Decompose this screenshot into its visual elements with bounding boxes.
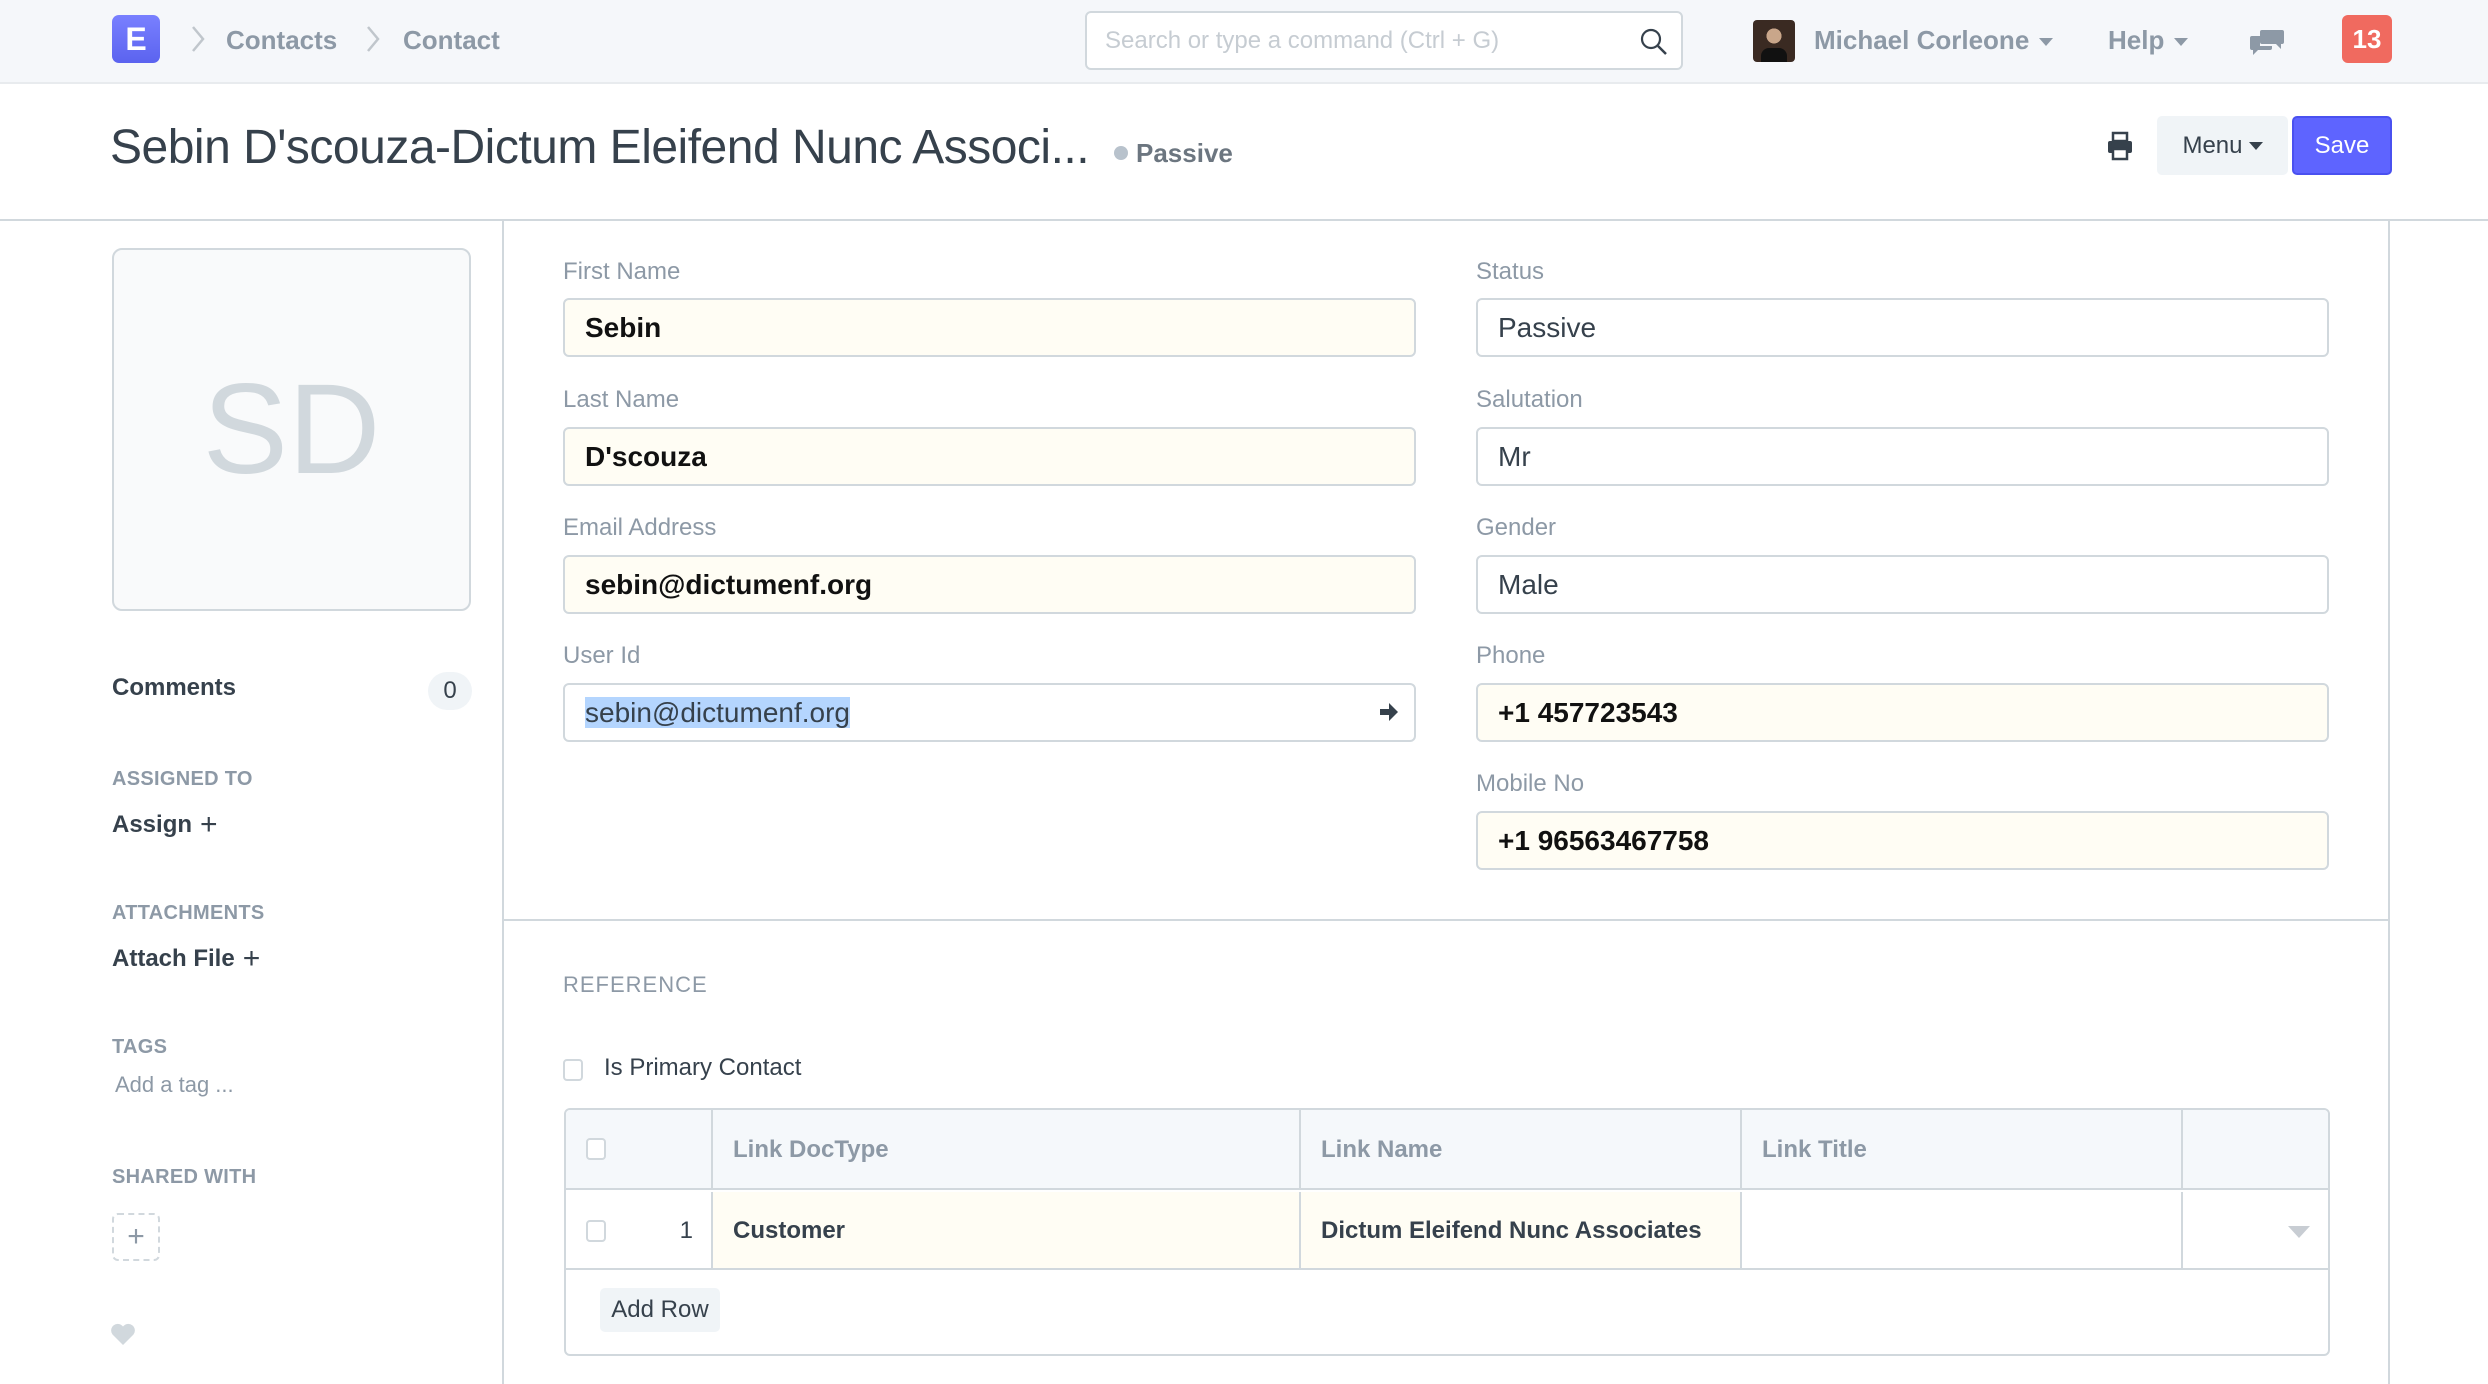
gender-label: Gender — [1476, 514, 1557, 541]
breadcrumb-contacts[interactable]: Contacts — [226, 24, 337, 56]
phone-label: Phone — [1476, 642, 1546, 669]
email-label: Email Address — [563, 514, 717, 541]
caret-down-icon — [2174, 38, 2189, 47]
notification-badge[interactable]: 13 — [2342, 15, 2392, 63]
row-select-cell: 1 — [566, 1192, 713, 1268]
phone-field[interactable]: +1 457723543 — [1476, 683, 2329, 742]
col-actions — [2183, 1110, 2328, 1188]
navbar: E Contacts Contact Michael Corleone Help… — [0, 0, 2488, 84]
user-id-field[interactable]: sebin@dictumenf.org — [563, 683, 1416, 742]
attach-file-button[interactable]: Attach File + — [112, 942, 260, 976]
assign-button[interactable]: Assign + — [112, 808, 218, 842]
last-name-label: Last Name — [563, 386, 680, 413]
help-label: Help — [2108, 25, 2165, 55]
menu-label: Menu — [2182, 131, 2243, 159]
gender-field[interactable]: Male — [1476, 555, 2329, 614]
first-name-label: First Name — [563, 258, 681, 285]
reference-heading: REFERENCE — [563, 972, 708, 997]
avatar-initials: SD — [202, 358, 381, 501]
cell-link-name[interactable]: Dictum Eleifend Nunc Associates — [1301, 1192, 1742, 1268]
first-name-field[interactable]: Sebin — [563, 298, 1416, 357]
email-field[interactable]: sebin@dictumenf.org — [563, 555, 1416, 614]
table-header: Link DocType Link Name Link Title — [566, 1110, 2328, 1190]
app-logo[interactable]: E — [112, 15, 160, 63]
user-menu[interactable]: Michael Corleone — [1814, 22, 2054, 58]
links-table: Link DocType Link Name Link Title 1 Cust… — [564, 1108, 2330, 1356]
mobile-field[interactable]: +1 96563467758 — [1476, 811, 2329, 870]
user-id-label: User Id — [563, 642, 641, 669]
menu-button[interactable]: Menu — [2157, 116, 2288, 175]
help-menu[interactable]: Help — [2108, 22, 2189, 58]
breadcrumb-contact[interactable]: Contact — [403, 24, 500, 56]
attachments-heading: ATTACHMENTS — [112, 902, 265, 924]
page-header: Sebin D'scouza-Dictum Eleifend Nunc Asso… — [0, 84, 2488, 221]
comments-label[interactable]: Comments — [112, 674, 236, 702]
page-title: Sebin D'scouza-Dictum Eleifend Nunc Asso… — [110, 121, 1090, 174]
mobile-label: Mobile No — [1476, 770, 1585, 797]
search-box — [1085, 11, 1683, 70]
row-checkbox[interactable] — [586, 1220, 606, 1242]
caret-down-icon[interactable] — [2288, 1226, 2310, 1238]
col-link-doctype: Link DocType — [713, 1110, 1301, 1188]
assigned-to-heading: ASSIGNED TO — [112, 768, 253, 790]
row-index: 1 — [679, 1217, 693, 1244]
select-all-checkbox[interactable] — [586, 1138, 606, 1160]
heart-icon[interactable] — [110, 1322, 136, 1346]
attach-label: Attach File — [112, 945, 235, 972]
salutation-field[interactable]: Mr — [1476, 427, 2329, 486]
status-dot — [1114, 146, 1128, 160]
add-tag-input[interactable]: Add a tag ... — [115, 1072, 234, 1098]
user-id-value: sebin@dictumenf.org — [585, 697, 851, 728]
last-name-field[interactable]: D'scouza — [563, 427, 1416, 486]
is-primary-label[interactable]: Is Primary Contact — [604, 1054, 801, 1082]
add-share-button[interactable]: + — [112, 1213, 160, 1261]
user-name: Michael Corleone — [1814, 25, 2030, 55]
chevron-right-icon — [192, 26, 205, 52]
col-link-title: Link Title — [1742, 1110, 2183, 1188]
chevron-right-icon — [367, 26, 380, 52]
assign-label: Assign — [112, 811, 193, 838]
caret-down-icon — [2248, 142, 2263, 151]
cell-link-title[interactable] — [1742, 1192, 2183, 1268]
print-icon[interactable] — [2104, 130, 2136, 162]
user-avatar[interactable] — [1753, 20, 1795, 62]
arrow-right-icon[interactable] — [1378, 701, 1400, 723]
select-all-cell — [566, 1110, 713, 1188]
shared-with-heading: SHARED WITH — [112, 1166, 257, 1188]
caret-down-icon — [2039, 38, 2054, 47]
save-button[interactable]: Save — [2292, 116, 2392, 175]
col-link-name: Link Name — [1301, 1110, 1742, 1188]
chat-icon[interactable] — [2250, 28, 2284, 56]
search-input[interactable] — [1105, 23, 1605, 59]
table-row[interactable]: 1 Customer Dictum Eleifend Nunc Associat… — [566, 1192, 2328, 1270]
is-primary-checkbox[interactable] — [563, 1059, 583, 1081]
contact-image[interactable]: SD — [112, 248, 471, 611]
comments-count: 0 — [428, 672, 472, 710]
plus-icon: + — [242, 942, 261, 975]
status-select[interactable]: Passive — [1476, 298, 2329, 357]
status-label: Status — [1476, 258, 1545, 285]
add-row-button[interactable]: Add Row — [600, 1288, 720, 1332]
status-label: Passive — [1136, 138, 1233, 168]
status-indicator: Passive — [1114, 137, 1233, 169]
tags-heading: TAGS — [112, 1036, 168, 1058]
row-actions-cell — [2183, 1192, 2328, 1268]
search-icon[interactable] — [1639, 27, 1669, 57]
cell-link-doctype[interactable]: Customer — [713, 1192, 1301, 1268]
salutation-label: Salutation — [1476, 386, 1583, 413]
plus-icon: + — [200, 808, 218, 841]
section-divider — [504, 919, 2388, 921]
